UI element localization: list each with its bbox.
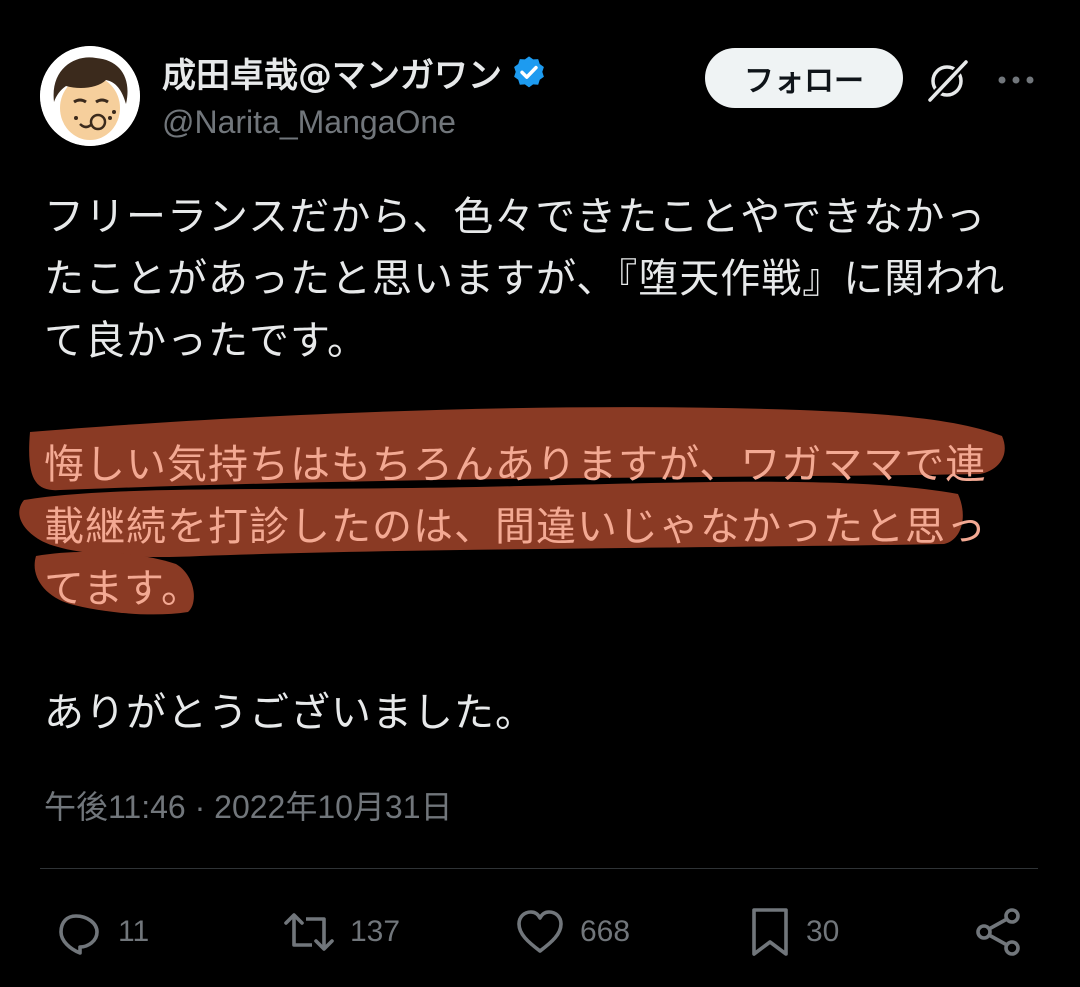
follow-button[interactable]: フォロー bbox=[705, 48, 903, 108]
tweet-text: フリーランスだから、色々できたことやできなかっ たことがあったと思いますが、『堕… bbox=[44, 186, 1044, 806]
divider bbox=[40, 868, 1038, 869]
tweet-line: てます。 bbox=[44, 566, 202, 612]
grok-icon[interactable] bbox=[922, 56, 972, 106]
tweet-paragraph: フリーランスだから、色々できたことやできなかっ たことがあったと思いますが、『堕… bbox=[44, 186, 1044, 372]
retweet-button[interactable]: 137 bbox=[282, 904, 400, 960]
tweet-card: 成田卓哉@マンガワン @Narita_MangaOne フォロー フリーランスだ… bbox=[0, 0, 1080, 987]
user-handle[interactable]: @Narita_MangaOne bbox=[162, 104, 456, 141]
tweet-line: て良かったです。 bbox=[44, 318, 368, 364]
avatar[interactable] bbox=[40, 46, 140, 146]
tweet-timestamp[interactable]: 午後11:46 · 2022年10月31日 bbox=[44, 782, 453, 828]
bookmark-button[interactable]: 30 bbox=[748, 904, 839, 960]
name-row: 成田卓哉@マンガワン bbox=[162, 48, 548, 97]
retweet-icon bbox=[284, 913, 334, 951]
tweet-paragraph-highlighted: 悔しい気持ちはもちろんありますが、ワガママで連 載継続を打診したのは、間違いじゃ… bbox=[44, 434, 1044, 620]
like-count: 668 bbox=[580, 915, 631, 948]
reply-button[interactable]: 11 bbox=[54, 904, 149, 960]
heart-icon bbox=[517, 910, 563, 953]
share-icon bbox=[976, 908, 1020, 956]
tweet-line: たことがあったと思いますが、『堕天作戦』に関われ bbox=[44, 256, 1006, 302]
tweet-line: ありがとうございました。 bbox=[44, 690, 536, 736]
bookmark-count: 30 bbox=[806, 915, 840, 948]
tweet-paragraph: ありがとうございました。 bbox=[44, 682, 1044, 744]
share-button[interactable] bbox=[972, 904, 1024, 960]
tweet-line: フリーランスだから、色々できたことやできなかっ bbox=[44, 194, 987, 240]
tweet-line: 載継続を打診したのは、間違いじゃなかったと思っ bbox=[44, 504, 987, 550]
reply-icon bbox=[59, 914, 99, 955]
avatar-illustration bbox=[40, 46, 140, 146]
tweet-line: 悔しい気持ちはもちろんありますが、ワガママで連 bbox=[44, 442, 987, 488]
reply-count: 11 bbox=[118, 915, 150, 948]
display-name[interactable]: 成田卓哉@マンガワン bbox=[162, 48, 502, 97]
like-button[interactable]: 668 bbox=[514, 904, 630, 960]
more-options-icon[interactable] bbox=[992, 60, 1040, 100]
verified-badge-icon[interactable] bbox=[510, 54, 548, 92]
bookmark-icon bbox=[752, 908, 788, 956]
retweet-count: 137 bbox=[350, 915, 401, 948]
